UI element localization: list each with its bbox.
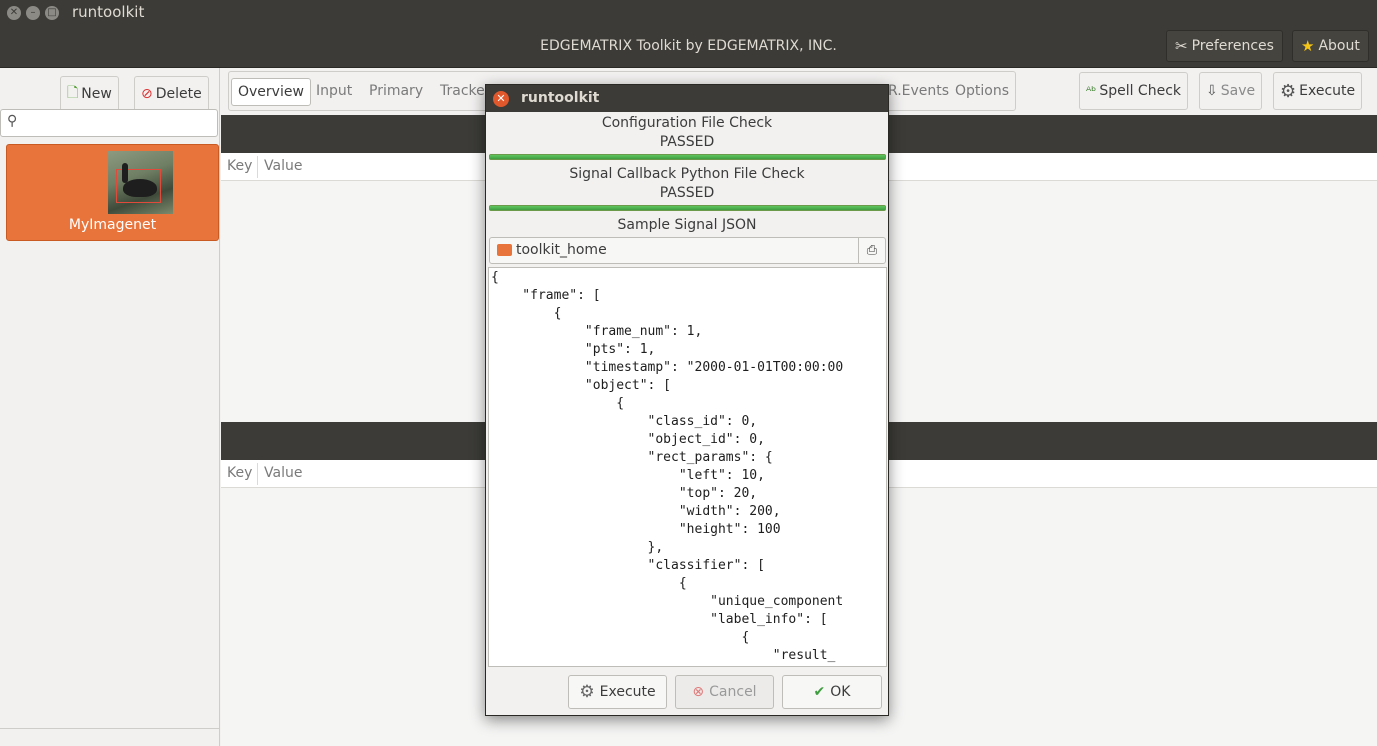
tab-options[interactable]: Options: [949, 78, 1015, 106]
open-file-icon[interactable]: ⎙: [858, 238, 885, 263]
new-file-icon: 🗋: [67, 85, 79, 101]
ok-label: OK: [830, 684, 851, 700]
window-titlebar: ✕ – □ runtoolkit: [0, 0, 1377, 26]
key-column-header[interactable]: Key: [227, 158, 252, 174]
tab-input[interactable]: Input: [310, 78, 358, 106]
divider: [0, 728, 219, 729]
dialog-title: runtoolkit: [521, 90, 600, 106]
runtoolkit-dialog: ✕ runtoolkit Configuration File Check PA…: [485, 84, 889, 716]
dialog-execute-label: Execute: [599, 684, 656, 700]
cancel-label: Cancel: [709, 684, 757, 700]
key-column-header[interactable]: Key: [227, 465, 252, 481]
value-column-header[interactable]: Value: [264, 465, 302, 481]
about-button[interactable]: ★ About: [1292, 30, 1369, 62]
signal-check-progress: [489, 205, 886, 211]
no-entry-icon: ⊘: [141, 86, 153, 102]
value-column-header[interactable]: Value: [264, 158, 302, 174]
header-bar: EDGEMATRIX Toolkit by EDGEMATRIX, INC. ✂…: [0, 26, 1377, 68]
minimize-window-icon[interactable]: –: [26, 6, 40, 20]
maximize-window-icon[interactable]: □: [45, 6, 59, 20]
new-button[interactable]: 🗋 New: [60, 76, 119, 112]
config-check-label: Configuration File Check: [601, 115, 773, 131]
execute-label: Execute: [1299, 83, 1356, 99]
json-text: { "frame": [ { "frame_num": 1, "pts": 1,…: [491, 270, 844, 663]
delete-label: Delete: [155, 86, 202, 102]
tab-overview[interactable]: Overview: [231, 78, 311, 106]
save-label: Save: [1220, 83, 1256, 99]
app-tile-label: MyImagenet: [68, 217, 157, 233]
search-icon: ⚲: [7, 113, 18, 129]
gears-icon: ⚙: [579, 682, 595, 702]
tab-events[interactable]: R.Events: [882, 78, 955, 106]
close-window-icon[interactable]: ✕: [7, 6, 21, 20]
spell-check-icon: ᴬᵇ: [1086, 84, 1097, 98]
window-title: runtoolkit: [72, 3, 145, 21]
star-icon: ★: [1301, 37, 1315, 55]
dialog-execute-button[interactable]: ⚙ Execute: [568, 675, 667, 709]
delete-button[interactable]: ⊘ Delete: [134, 76, 209, 112]
close-icon[interactable]: ✕: [493, 91, 509, 107]
folder-icon: [497, 244, 512, 256]
tools-icon: ✂: [1175, 37, 1188, 55]
dialog-titlebar: ✕ runtoolkit: [486, 85, 888, 112]
file-chooser-button[interactable]: toolkit_home ⎙: [489, 237, 886, 264]
search-input[interactable]: ⚲: [0, 109, 218, 137]
cancel-icon: ⊗: [692, 684, 705, 700]
config-check-progress: [489, 154, 886, 160]
app-thumbnail: [108, 151, 173, 214]
app-tile-myimagenet[interactable]: MyImagenet: [6, 144, 219, 241]
tab-tracker[interactable]: Tracke: [434, 78, 491, 106]
save-icon: ⇩: [1206, 83, 1218, 99]
tab-primary[interactable]: Primary: [363, 78, 429, 106]
sample-signal-label: Sample Signal JSON: [617, 217, 757, 233]
preferences-button[interactable]: ✂ Preferences: [1166, 30, 1283, 62]
new-label: New: [81, 86, 112, 102]
preferences-label: Preferences: [1191, 38, 1274, 54]
cancel-button[interactable]: ⊗ Cancel: [675, 675, 774, 709]
about-label: About: [1318, 38, 1360, 54]
signal-check-label: Signal Callback Python File Check: [569, 166, 805, 182]
file-path: toolkit_home: [516, 242, 607, 258]
app-list-pane: 🗋 New ⊘ Delete ⚲ MyImagenet: [0, 68, 220, 746]
spell-check-button[interactable]: ᴬᵇ Spell Check: [1079, 72, 1188, 110]
ok-button[interactable]: ✔ OK: [782, 675, 882, 709]
gears-icon: ⚙: [1280, 80, 1297, 102]
json-viewer[interactable]: { "frame": [ { "frame_num": 1, "pts": 1,…: [488, 267, 887, 667]
save-button[interactable]: ⇩ Save: [1199, 72, 1263, 110]
config-check-status: PASSED: [659, 134, 715, 150]
check-icon: ✔: [813, 684, 826, 700]
execute-button[interactable]: ⚙ Execute: [1273, 72, 1363, 110]
signal-check-status: PASSED: [659, 185, 715, 201]
spell-check-label: Spell Check: [1099, 83, 1181, 99]
